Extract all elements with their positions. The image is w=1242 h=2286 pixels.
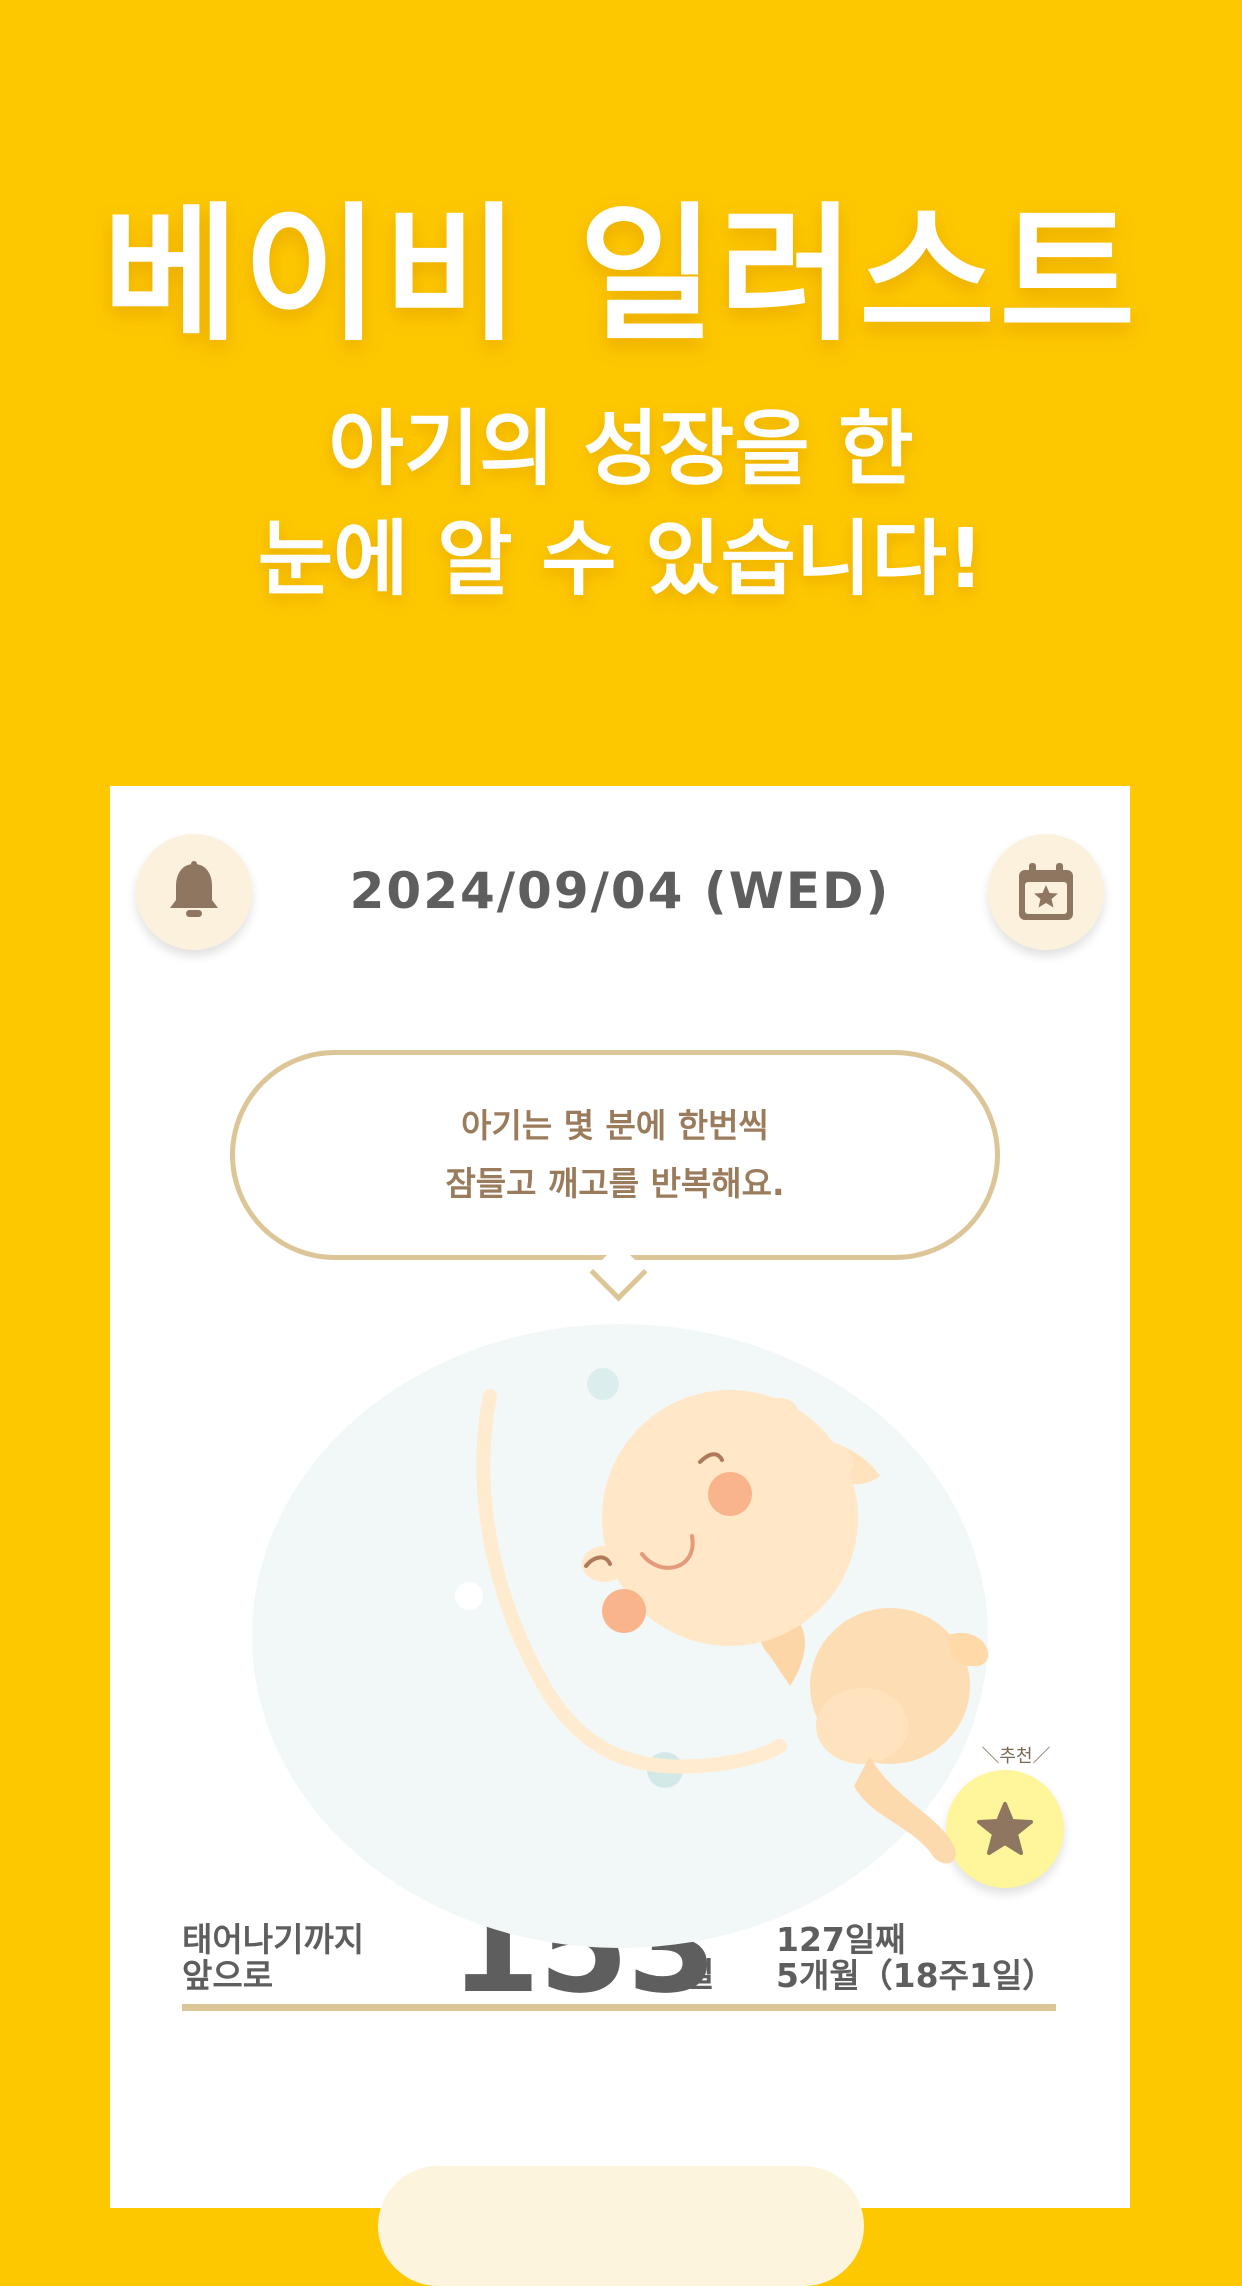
- bell-icon: [170, 861, 218, 917]
- stats-underline: [182, 2004, 1056, 2011]
- month-week-count: 5개월（18주1일）: [776, 1956, 1056, 1995]
- baby-cheek: [708, 1472, 752, 1516]
- tip-speech-bubble: 아기는 몇 분에 한번씩 잠들고 깨고를 반복해요.: [230, 1050, 1000, 1260]
- baby-illustration: [252, 1324, 989, 1948]
- tip-line-2: 잠들고 깨고를 반복해요.: [445, 1164, 785, 1203]
- notification-button[interactable]: [136, 834, 252, 950]
- headline: 베이비 일러스트: [102, 189, 1140, 361]
- bubble-decoration: [455, 1582, 483, 1610]
- tip-line-1: 아기는 몇 분에 한번씩: [461, 1106, 769, 1145]
- countdown-label-line-2: 앞으로: [182, 1956, 274, 1995]
- subline-2: 눈에 알 수 있습니다!: [257, 512, 985, 607]
- subline-1: 아기의 성장을 한: [328, 402, 914, 497]
- bottom-action-button[interactable]: [378, 2166, 864, 2286]
- calendar-button[interactable]: [988, 834, 1104, 950]
- baby-cheek: [602, 1589, 646, 1633]
- date-label: 2024/09/04 (WED): [349, 862, 891, 920]
- calendar-star-icon: [1019, 863, 1073, 920]
- bubble-decoration: [587, 1368, 619, 1400]
- app-screen-card: 2024/09/04 (WED) 아기는 몇 분에 한번씩 잠들고 깨고를 반복…: [110, 786, 1130, 2286]
